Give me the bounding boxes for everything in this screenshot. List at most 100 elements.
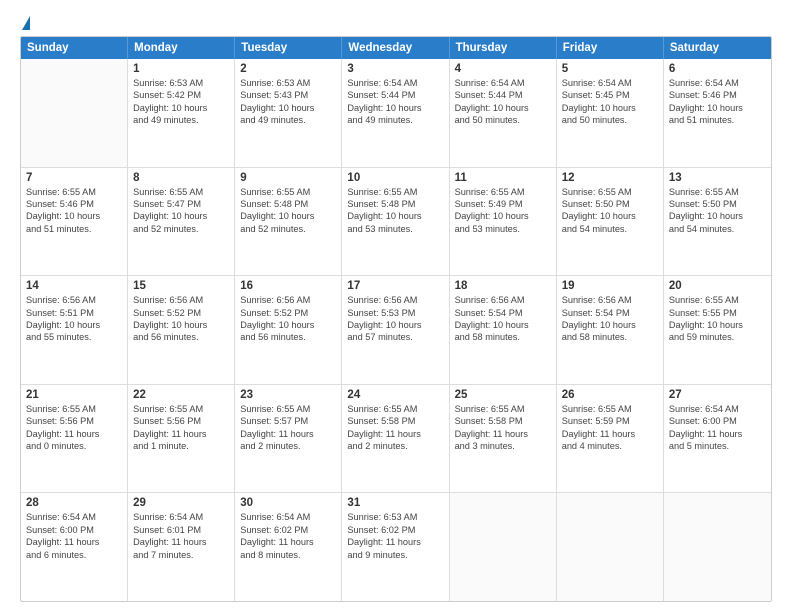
day-info: Sunrise: 6:54 AM Sunset: 5:44 PM Dayligh… <box>347 77 443 127</box>
day-info: Sunrise: 6:54 AM Sunset: 6:00 PM Dayligh… <box>669 403 766 453</box>
day-number: 3 <box>347 63 443 75</box>
cal-cell: 6 Sunrise: 6:54 AM Sunset: 5:46 PM Daylig… <box>664 59 771 167</box>
day-number: 5 <box>562 63 658 75</box>
cal-cell: 16Sunrise: 6:56 AM Sunset: 5:52 PM Dayli… <box>235 276 342 384</box>
cal-cell: 29Sunrise: 6:54 AM Sunset: 6:01 PM Dayli… <box>128 493 235 601</box>
day-number: 6 <box>669 63 766 75</box>
cal-week-2: 7 Sunrise: 6:55 AM Sunset: 5:46 PM Daylig… <box>21 168 771 277</box>
day-number: 7 <box>26 172 122 184</box>
cal-cell: 18 Sunrise: 6:56 AM Sunset: 5:54 PM Dayli… <box>450 276 557 384</box>
day-info: Sunrise: 6:55 AM Sunset: 5:50 PM Dayligh… <box>669 186 766 236</box>
day-info: Sunrise: 6:55 AM Sunset: 5:49 PM Dayligh… <box>455 186 551 236</box>
cal-cell: 31Sunrise: 6:53 AM Sunset: 6:02 PM Dayli… <box>342 493 449 601</box>
cal-cell: 24Sunrise: 6:55 AM Sunset: 5:58 PM Dayli… <box>342 385 449 493</box>
calendar-header-row: SundayMondayTuesdayWednesdayThursdayFrid… <box>21 37 771 59</box>
header-day-monday: Monday <box>128 37 235 59</box>
cal-cell: 1Sunrise: 6:53 AM Sunset: 5:42 PM Daylig… <box>128 59 235 167</box>
day-info: Sunrise: 6:55 AM Sunset: 5:48 PM Dayligh… <box>347 186 443 236</box>
day-info: Sunrise: 6:55 AM Sunset: 5:47 PM Dayligh… <box>133 186 229 236</box>
header-day-wednesday: Wednesday <box>342 37 449 59</box>
cal-cell: 28 Sunrise: 6:54 AM Sunset: 6:00 PM Dayli… <box>21 493 128 601</box>
day-number: 18 <box>455 280 551 292</box>
day-info: Sunrise: 6:56 AM Sunset: 5:53 PM Dayligh… <box>347 294 443 344</box>
cal-week-1: 1Sunrise: 6:53 AM Sunset: 5:42 PM Daylig… <box>21 59 771 168</box>
day-info: Sunrise: 6:54 AM Sunset: 6:00 PM Dayligh… <box>26 511 122 561</box>
cal-cell: 12 Sunrise: 6:55 AM Sunset: 5:50 PM Dayli… <box>557 168 664 276</box>
day-number: 10 <box>347 172 443 184</box>
cal-week-5: 28 Sunrise: 6:54 AM Sunset: 6:00 PM Dayli… <box>21 493 771 601</box>
page: SundayMondayTuesdayWednesdayThursdayFrid… <box>0 0 792 612</box>
cal-cell: 21 Sunrise: 6:55 AM Sunset: 5:56 PM Dayli… <box>21 385 128 493</box>
day-number: 29 <box>133 497 229 509</box>
header-day-saturday: Saturday <box>664 37 771 59</box>
cal-cell: 2 Sunrise: 6:53 AM Sunset: 5:43 PM Daylig… <box>235 59 342 167</box>
cal-cell: 8 Sunrise: 6:55 AM Sunset: 5:47 PM Daylig… <box>128 168 235 276</box>
day-number: 9 <box>240 172 336 184</box>
cal-week-3: 14 Sunrise: 6:56 AM Sunset: 5:51 PM Dayli… <box>21 276 771 385</box>
day-info: Sunrise: 6:55 AM Sunset: 5:46 PM Dayligh… <box>26 186 122 236</box>
day-info: Sunrise: 6:54 AM Sunset: 5:44 PM Dayligh… <box>455 77 551 127</box>
day-info: Sunrise: 6:53 AM Sunset: 6:02 PM Dayligh… <box>347 511 443 561</box>
cal-cell: 19 Sunrise: 6:56 AM Sunset: 5:54 PM Dayli… <box>557 276 664 384</box>
cal-cell: 30 Sunrise: 6:54 AM Sunset: 6:02 PM Dayli… <box>235 493 342 601</box>
day-number: 22 <box>133 389 229 401</box>
day-info: Sunrise: 6:56 AM Sunset: 5:54 PM Dayligh… <box>455 294 551 344</box>
calendar-body: 1Sunrise: 6:53 AM Sunset: 5:42 PM Daylig… <box>21 59 771 601</box>
day-info: Sunrise: 6:55 AM Sunset: 5:55 PM Dayligh… <box>669 294 766 344</box>
day-info: Sunrise: 6:55 AM Sunset: 5:56 PM Dayligh… <box>26 403 122 453</box>
cal-cell: 9Sunrise: 6:55 AM Sunset: 5:48 PM Daylig… <box>235 168 342 276</box>
cal-cell: 14 Sunrise: 6:56 AM Sunset: 5:51 PM Dayli… <box>21 276 128 384</box>
day-number: 26 <box>562 389 658 401</box>
cal-cell: 7 Sunrise: 6:55 AM Sunset: 5:46 PM Daylig… <box>21 168 128 276</box>
day-info: Sunrise: 6:55 AM Sunset: 5:56 PM Dayligh… <box>133 403 229 453</box>
cal-cell: 25 Sunrise: 6:55 AM Sunset: 5:58 PM Dayli… <box>450 385 557 493</box>
cal-cell: 10 Sunrise: 6:55 AM Sunset: 5:48 PM Dayli… <box>342 168 449 276</box>
cal-cell: 15Sunrise: 6:56 AM Sunset: 5:52 PM Dayli… <box>128 276 235 384</box>
day-number: 17 <box>347 280 443 292</box>
day-info: Sunrise: 6:54 AM Sunset: 5:46 PM Dayligh… <box>669 77 766 127</box>
day-number: 25 <box>455 389 551 401</box>
day-number: 14 <box>26 280 122 292</box>
day-info: Sunrise: 6:53 AM Sunset: 5:43 PM Dayligh… <box>240 77 336 127</box>
day-number: 28 <box>26 497 122 509</box>
day-info: Sunrise: 6:55 AM Sunset: 5:58 PM Dayligh… <box>455 403 551 453</box>
day-number: 30 <box>240 497 336 509</box>
header-day-friday: Friday <box>557 37 664 59</box>
cal-cell: 27 Sunrise: 6:54 AM Sunset: 6:00 PM Dayli… <box>664 385 771 493</box>
day-number: 21 <box>26 389 122 401</box>
cal-cell: 17 Sunrise: 6:56 AM Sunset: 5:53 PM Dayli… <box>342 276 449 384</box>
day-number: 15 <box>133 280 229 292</box>
day-info: Sunrise: 6:53 AM Sunset: 5:42 PM Dayligh… <box>133 77 229 127</box>
cal-cell: 23Sunrise: 6:55 AM Sunset: 5:57 PM Dayli… <box>235 385 342 493</box>
day-info: Sunrise: 6:54 AM Sunset: 5:45 PM Dayligh… <box>562 77 658 127</box>
day-info: Sunrise: 6:55 AM Sunset: 5:50 PM Dayligh… <box>562 186 658 236</box>
logo <box>20 18 30 32</box>
day-number: 12 <box>562 172 658 184</box>
cal-cell <box>557 493 664 601</box>
cal-cell: 26Sunrise: 6:55 AM Sunset: 5:59 PM Dayli… <box>557 385 664 493</box>
header-day-tuesday: Tuesday <box>235 37 342 59</box>
day-number: 8 <box>133 172 229 184</box>
cal-cell <box>21 59 128 167</box>
day-number: 19 <box>562 280 658 292</box>
day-number: 27 <box>669 389 766 401</box>
header-day-sunday: Sunday <box>21 37 128 59</box>
day-number: 16 <box>240 280 336 292</box>
day-number: 2 <box>240 63 336 75</box>
day-info: Sunrise: 6:54 AM Sunset: 6:02 PM Dayligh… <box>240 511 336 561</box>
day-info: Sunrise: 6:56 AM Sunset: 5:54 PM Dayligh… <box>562 294 658 344</box>
cal-week-4: 21 Sunrise: 6:55 AM Sunset: 5:56 PM Dayli… <box>21 385 771 494</box>
cal-cell <box>664 493 771 601</box>
day-number: 20 <box>669 280 766 292</box>
day-info: Sunrise: 6:56 AM Sunset: 5:51 PM Dayligh… <box>26 294 122 344</box>
cal-cell: 22 Sunrise: 6:55 AM Sunset: 5:56 PM Dayli… <box>128 385 235 493</box>
cal-cell: 3 Sunrise: 6:54 AM Sunset: 5:44 PM Daylig… <box>342 59 449 167</box>
logo-icon <box>22 16 30 30</box>
header <box>20 18 772 32</box>
day-number: 4 <box>455 63 551 75</box>
cal-cell: 13Sunrise: 6:55 AM Sunset: 5:50 PM Dayli… <box>664 168 771 276</box>
cal-cell: 11 Sunrise: 6:55 AM Sunset: 5:49 PM Dayli… <box>450 168 557 276</box>
cal-cell <box>450 493 557 601</box>
cal-cell: 5 Sunrise: 6:54 AM Sunset: 5:45 PM Daylig… <box>557 59 664 167</box>
day-number: 11 <box>455 172 551 184</box>
